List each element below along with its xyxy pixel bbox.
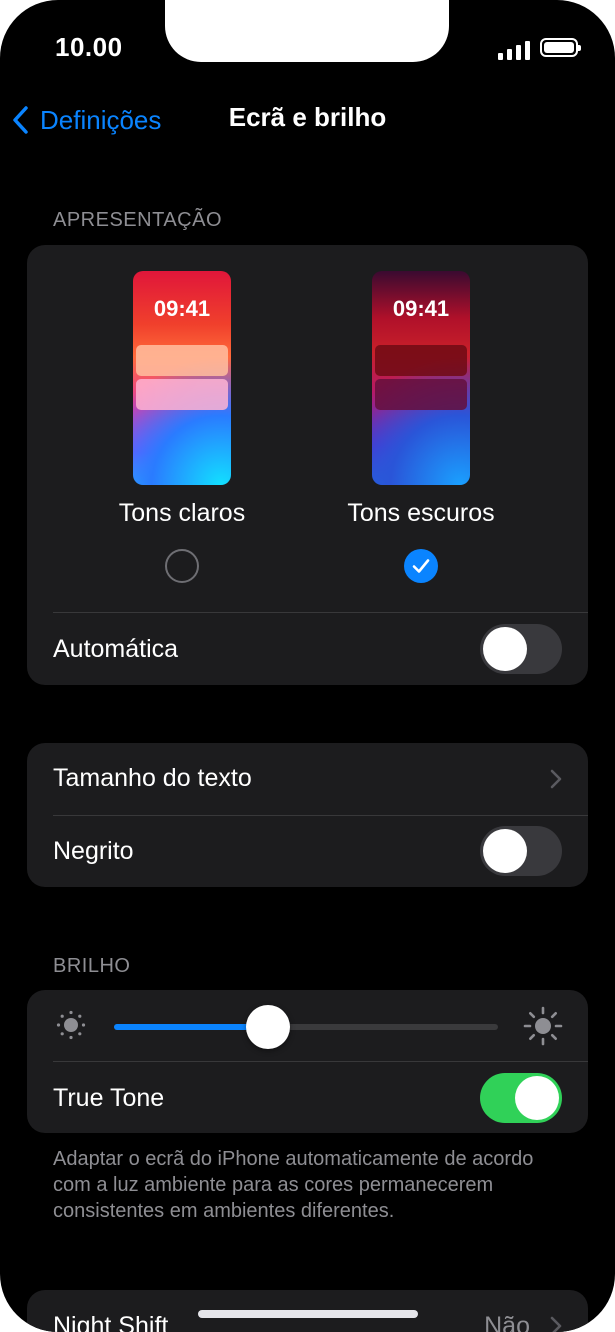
dark-theme-radio[interactable] [404,549,438,583]
brightness-slider-thumb[interactable] [246,1005,290,1049]
bold-text-toggle[interactable] [480,826,562,876]
dark-preview-clock: 09:41 [392,296,450,321]
battery-icon [540,38,581,57]
checkmark-icon [412,559,430,573]
appearance-header: APRESENTAÇÃO [53,209,222,231]
divider [53,1061,588,1062]
light-theme-radio[interactable] [165,549,199,583]
appearance-group: 09:41 09:41 Tons claros Tons escuros Aut… [27,245,588,685]
true-tone-description: Adaptar o ecrã do iPhone automaticamente… [53,1148,534,1222]
notch [165,0,449,62]
true-tone-toggle[interactable] [480,1073,562,1123]
brightness-low-icon [56,1010,86,1040]
brightness-group: True Tone [27,990,588,1133]
toggle-knob [483,627,527,671]
light-theme-label: Tons claros [118,499,246,527]
brightness-slider[interactable] [114,1005,498,1049]
bold-text-label: Negrito [53,837,134,865]
dark-theme-preview[interactable]: 09:41 [372,271,470,485]
phone-screen: 10.00 Definições Ecrã e brilho APRESENTA… [0,0,615,1332]
toggle-knob [515,1076,559,1120]
brightness-slider-fill [114,1024,268,1030]
home-indicator[interactable] [198,1310,418,1318]
dark-preview-widget [375,345,467,376]
automatic-toggle[interactable] [480,624,562,674]
text-size-row[interactable]: Tamanho do texto [27,743,588,815]
light-preview-widget [136,379,228,410]
brightness-high-icon [523,1006,563,1046]
brightness-header: BRILHO [53,955,131,977]
toggle-knob [483,829,527,873]
automatic-label: Automática [53,635,179,663]
true-tone-label: True Tone [53,1084,165,1112]
text-size-label: Tamanho do texto [53,764,252,792]
night-shift-label: Night Shift [53,1312,169,1332]
dark-theme-label: Tons escuros [347,499,495,527]
page-title: Ecrã e brilho [228,102,387,132]
divider [53,612,588,613]
light-preview-clock: 09:41 [153,296,211,321]
chevron-right-icon [550,769,562,789]
light-theme-preview[interactable]: 09:41 [133,271,231,485]
status-time: 10.00 [55,32,123,62]
divider [53,815,588,816]
cellular-signal-icon [498,38,532,60]
light-preview-widget [136,345,228,376]
text-settings-group: Tamanho do texto Negrito [27,743,588,887]
dark-preview-widget [375,379,467,410]
night-shift-value: Não [484,1312,530,1332]
chevron-right-icon [550,1316,562,1332]
